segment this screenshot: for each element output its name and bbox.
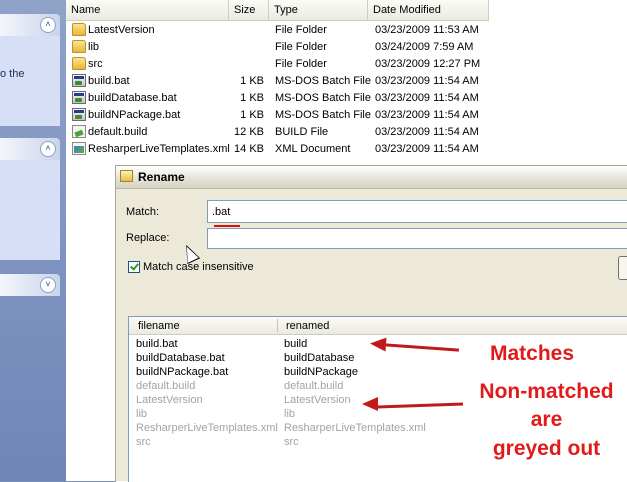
match-case-checkbox[interactable] (128, 261, 140, 273)
column-header-name[interactable]: Name (66, 0, 229, 20)
file-name: buildNPackage.bat (88, 109, 181, 121)
expand-chevron-icon[interactable]: ˅ (40, 277, 56, 293)
non-matched-annotation-line1: Non-matched (479, 380, 614, 403)
file-type: MS-DOS Batch File (275, 109, 371, 121)
xml-file-icon (72, 142, 86, 155)
file-list-header: Name Size Type Date Modified (66, 0, 489, 21)
task-pane-body-1: o the (0, 36, 60, 126)
collapse-chevron-icon[interactable]: ˄ (40, 17, 56, 33)
batch-file-icon (72, 74, 86, 87)
file-date: 03/23/2009 11:54 AM (375, 75, 479, 87)
file-date: 03/23/2009 11:54 AM (375, 143, 479, 155)
matches-annotation: Matches (490, 342, 575, 365)
file-row[interactable]: lib File Folder 03/24/2009 7:59 AM (66, 39, 486, 56)
preview-renamed: LatestVersion (284, 394, 351, 406)
file-size: 1 KB (240, 92, 264, 104)
file-name: build.bat (88, 75, 130, 87)
match-label: Match: (126, 206, 160, 218)
file-date: 03/23/2009 12:27 PM (375, 58, 481, 70)
folder-icon (72, 57, 86, 70)
match-input[interactable] (207, 200, 627, 223)
non-matched-annotation-line2: are (530, 408, 563, 431)
collapse-chevron-icon[interactable]: ˄ (40, 141, 56, 157)
task-pane-header-2[interactable]: ˄ (0, 138, 60, 160)
task-pane-header-1[interactable]: ˄ (0, 14, 60, 36)
batch-file-icon (72, 91, 86, 104)
preview-filename: src (136, 436, 151, 448)
file-type: File Folder (275, 24, 327, 36)
task-pane-body-2 (0, 160, 60, 260)
file-size: 12 KB (234, 126, 264, 138)
file-row[interactable]: buildDatabase.bat 1 KB MS-DOS Batch File 03… (66, 90, 486, 107)
file-name: default.build (88, 126, 148, 138)
dialog-title: Rename (138, 170, 185, 184)
column-header-size[interactable]: Size (229, 0, 269, 20)
file-size: 14 KB (234, 143, 264, 155)
preview-filename: ResharperLiveTemplates.xml (136, 422, 278, 434)
task-pane-text: o the (0, 68, 25, 80)
file-row[interactable]: src File Folder 03/23/2009 12:27 PM (66, 56, 486, 73)
rename-dialog: Rename Match: Replace: Match case insens… (115, 165, 627, 482)
column-separator[interactable] (277, 319, 278, 332)
preview-renamed: buildNPackage (284, 366, 358, 378)
preview-renamed: src (284, 436, 299, 448)
file-date: 03/23/2009 11:54 AM (375, 109, 479, 121)
file-type: File Folder (275, 58, 327, 70)
file-row[interactable]: default.build 12 KB BUILD File 03/23/2009 1… (66, 124, 486, 141)
file-size: 1 KB (240, 109, 264, 121)
preview-filename: build.bat (136, 338, 178, 350)
batch-file-icon (72, 108, 86, 121)
file-name: buildDatabase.bat (88, 92, 177, 104)
file-row[interactable]: buildNPackage.bat 1 KB MS-DOS Batch File 03… (66, 107, 486, 124)
file-type: File Folder (275, 41, 327, 53)
preview-renamed: ResharperLiveTemplates.xml (284, 422, 426, 434)
preview-filename: buildDatabase.bat (136, 352, 225, 364)
file-row[interactable]: build.bat 1 KB MS-DOS Batch File 03/23/2009… (66, 73, 486, 90)
file-name: lib (88, 41, 100, 53)
file-size: 1 KB (240, 75, 264, 87)
file-name: LatestVersion (88, 24, 155, 36)
preview-list-header: filename renamed (129, 317, 627, 335)
dialog-titlebar[interactable]: Rename (116, 166, 627, 189)
preview-filename: default.build (136, 380, 196, 392)
task-pane: ˄ o the ˄ ˅ (0, 0, 66, 481)
dialog-button[interactable] (618, 256, 627, 280)
rename-icon (120, 170, 133, 182)
file-type: MS-DOS Batch File (275, 92, 371, 104)
file-type: MS-DOS Batch File (275, 75, 371, 87)
folder-icon (72, 40, 86, 53)
file-type: BUILD File (275, 126, 329, 138)
matches-arrow-head (369, 336, 387, 352)
column-header-filename[interactable]: filename (138, 320, 180, 332)
preview-renamed: lib (284, 408, 296, 420)
file-type: XML Document (275, 143, 351, 155)
match-underline-annotation (214, 225, 240, 227)
file-row[interactable]: ResharperLiveTemplates.xml 14 KB XML Docum… (66, 141, 486, 158)
file-row[interactable]: LatestVersion File Folder 03/23/2009 11:53… (66, 22, 486, 39)
replace-input[interactable] (207, 228, 627, 249)
file-date: 03/23/2009 11:53 AM (375, 24, 479, 36)
build-file-icon (72, 125, 86, 138)
preview-filename: LatestVersion (136, 394, 203, 406)
folder-icon (72, 23, 86, 36)
preview-renamed: buildDatabase (284, 352, 355, 364)
preview-renamed: default.build (284, 380, 344, 392)
non-matched-annotation-line3: greyed out (492, 437, 601, 460)
task-pane-header-3[interactable]: ˅ (0, 274, 60, 296)
column-header-renamed[interactable]: renamed (286, 320, 329, 332)
column-header-type[interactable]: Type (269, 0, 368, 20)
replace-label: Replace: (126, 232, 170, 244)
preview-filename: buildNPackage.bat (136, 366, 229, 378)
preview-renamed: build (284, 338, 308, 350)
column-header-date[interactable]: Date Modified (368, 0, 489, 20)
file-name: ResharperLiveTemplates.xml (88, 143, 230, 155)
file-date: 03/24/2009 7:59 AM (375, 41, 474, 53)
non-matched-arrow-head (362, 397, 378, 411)
file-name: src (88, 58, 103, 70)
file-date: 03/23/2009 11:54 AM (375, 92, 479, 104)
preview-filename: lib (136, 408, 148, 420)
file-date: 03/23/2009 11:54 AM (375, 126, 479, 138)
match-case-label[interactable]: Match case insensitive (143, 261, 254, 273)
